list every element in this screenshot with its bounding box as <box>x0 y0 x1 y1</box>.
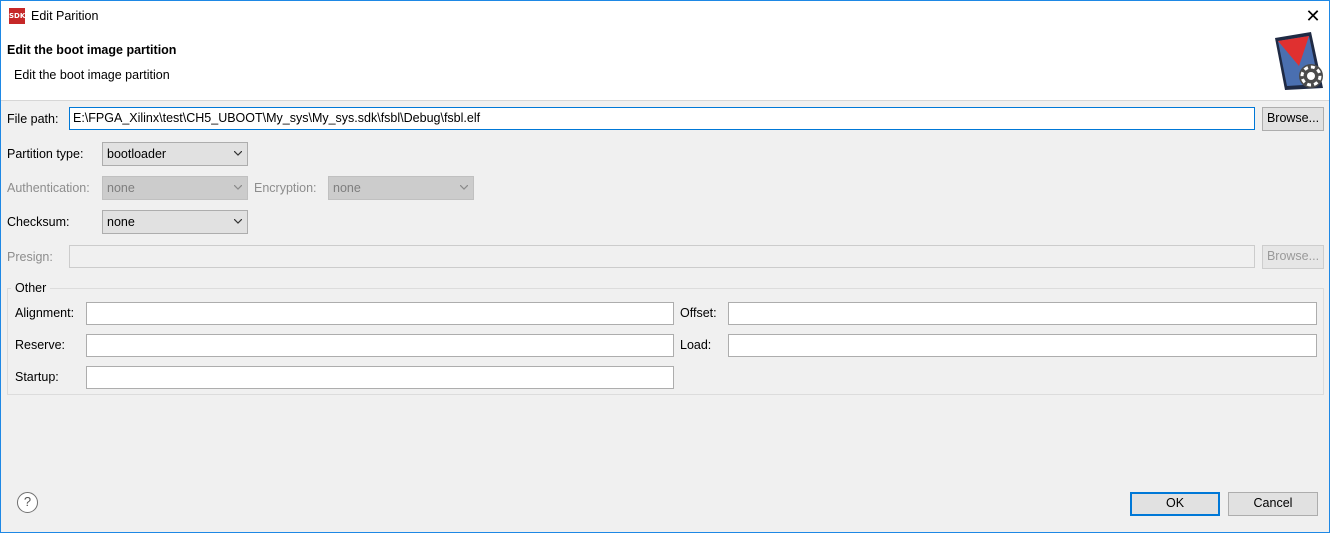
browse-file-button[interactable]: Browse... <box>1262 107 1324 131</box>
partition-type-select[interactable]: bootloader <box>102 142 248 166</box>
alignment-label: Alignment: <box>15 306 75 320</box>
sdk-app-icon: SDK <box>9 8 25 24</box>
file-path-label: File path: <box>7 112 59 126</box>
window-title: Edit Parition <box>31 9 99 23</box>
presign-label: Presign: <box>7 250 53 264</box>
alignment-input[interactable] <box>86 302 674 325</box>
chevron-down-icon <box>460 185 468 190</box>
header-description: Edit the boot image partition <box>14 68 170 82</box>
edit-partition-dialog: SDK Edit Parition ✕ Edit the boot image … <box>0 0 1330 533</box>
partition-type-label: Partition type: <box>7 147 84 161</box>
encryption-select: none <box>328 176 474 200</box>
chevron-down-icon <box>234 185 242 190</box>
reserve-input[interactable] <box>86 334 674 357</box>
load-label: Load: <box>680 338 712 352</box>
reserve-label: Reserve: <box>15 338 66 352</box>
dialog-header: Edit the boot image partition Edit the b… <box>1 32 1329 101</box>
checksum-label: Checksum: <box>7 215 70 229</box>
chevron-down-icon <box>234 219 242 224</box>
checksum-value: none <box>107 215 135 229</box>
chevron-down-icon <box>234 151 242 156</box>
encryption-label: Encryption: <box>254 181 317 195</box>
authentication-select: none <box>102 176 248 200</box>
presign-input <box>69 245 1255 268</box>
encryption-value: none <box>333 181 361 195</box>
title-bar: SDK Edit Parition ✕ <box>1 1 1329 32</box>
other-group-label: Other <box>11 281 51 295</box>
load-input[interactable] <box>728 334 1317 357</box>
cancel-button[interactable]: Cancel <box>1228 492 1318 516</box>
browse-presign-button: Browse... <box>1262 245 1324 269</box>
authentication-label: Authentication: <box>7 181 90 195</box>
boot-image-gear-icon <box>1275 32 1323 90</box>
file-path-input[interactable]: E:\FPGA_Xilinx\test\CH5_UBOOT\My_sys\My_… <box>69 107 1255 130</box>
checksum-select[interactable]: none <box>102 210 248 234</box>
help-icon[interactable]: ? <box>17 492 38 513</box>
partition-type-value: bootloader <box>107 147 167 161</box>
startup-label: Startup: <box>15 370 59 384</box>
offset-label: Offset: <box>680 306 717 320</box>
offset-input[interactable] <box>728 302 1317 325</box>
authentication-value: none <box>107 181 135 195</box>
close-icon[interactable]: ✕ <box>1297 1 1329 32</box>
ok-button[interactable]: OK <box>1130 492 1220 516</box>
startup-input[interactable] <box>86 366 674 389</box>
header-title: Edit the boot image partition <box>7 43 177 57</box>
